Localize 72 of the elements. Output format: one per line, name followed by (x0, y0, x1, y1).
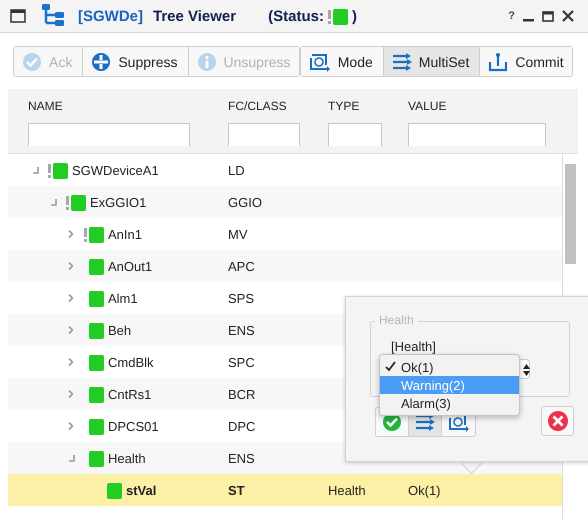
cancel-button[interactable] (541, 406, 574, 436)
filter-field[interactable] (328, 123, 382, 146)
toolbar-button[interactable]: Commit (480, 47, 572, 76)
node-name: Beh (108, 322, 132, 338)
window-title-tag: [SGWDe] (78, 8, 143, 24)
cancel-icon (546, 410, 568, 432)
fc-class-cell-text: SPC (228, 354, 256, 370)
window-title: Tree Viewer (153, 8, 236, 24)
node-name: Alm1 (108, 290, 138, 306)
fc-class-cell-text: DPC (228, 418, 256, 434)
dropdown-option[interactable]: Alarm(3) (380, 394, 519, 412)
tree-row[interactable]: stVal ST Health Ok(1) (8, 474, 562, 506)
stepper-icon[interactable] (523, 364, 530, 376)
filter-field[interactable] (28, 123, 190, 146)
fc-class-cell-text: APC (228, 258, 256, 274)
commit-icon (488, 52, 508, 72)
node-name: ExGGIO1 (90, 194, 146, 210)
node-name: DPCS01 (108, 418, 159, 434)
group-label: Health (375, 313, 418, 327)
expand-icon[interactable] (68, 390, 74, 398)
check-icon (22, 52, 42, 72)
info-icon (196, 52, 216, 72)
expand-icon[interactable] (68, 230, 74, 238)
maximize-icon[interactable] (542, 10, 554, 22)
fc-class-cell-text: ENS (228, 450, 256, 466)
status-label: (Status: (268, 8, 324, 24)
collapse-icon[interactable] (50, 198, 56, 206)
fc-class-cell-text: BCR (228, 386, 256, 402)
column-header[interactable]: FC/CLASS (228, 99, 328, 115)
collapse-icon[interactable] (32, 166, 38, 174)
toolbar-button[interactable]: Mode (300, 47, 384, 76)
mode-icon (308, 52, 331, 72)
tree-row[interactable]: AnOut1 APC (8, 250, 562, 282)
tree-icon (40, 3, 66, 29)
filter-field[interactable] (408, 123, 546, 146)
scrollbar-thumb[interactable] (565, 164, 576, 264)
column-header[interactable]: NAME (28, 99, 228, 115)
fc-class-cell-text: LD (228, 162, 246, 178)
collapse-icon[interactable] (68, 454, 74, 462)
expand-icon[interactable] (68, 422, 74, 430)
column-header[interactable]: VALUE (408, 99, 578, 115)
node-name: CntRs1 (108, 386, 152, 402)
window-icon (10, 9, 26, 23)
value-cell-text: Ok(1) (408, 482, 442, 498)
fc-class-cell-text: ENS (228, 322, 256, 338)
type-cell-text: Health (328, 482, 367, 498)
toolbar-button[interactable]: Suppress (83, 47, 188, 76)
expand-icon[interactable] (68, 326, 74, 334)
fc-class-cell-text: MV (228, 226, 248, 242)
multiset-icon (392, 52, 412, 70)
expand-icon[interactable] (68, 294, 74, 302)
column-header[interactable]: TYPE (328, 99, 408, 115)
fc-class-cell-text: SPS (228, 290, 256, 306)
dropdown-option[interactable]: Ok(1) (380, 358, 519, 376)
help-button[interactable]: ? (508, 10, 515, 22)
expand-icon[interactable] (68, 358, 74, 366)
node-name: Health (108, 450, 146, 466)
node-name: stVal (126, 482, 156, 498)
multiset-icon (415, 413, 435, 431)
tree-row[interactable]: ExGGIO1 GGIO (8, 186, 562, 218)
toolbar-button[interactable]: MultiSet (384, 47, 480, 76)
suppress-icon (91, 52, 112, 72)
close-icon[interactable] (562, 10, 574, 22)
node-name: AnIn1 (108, 226, 142, 242)
fc-class-cell-text: GGIO (228, 194, 263, 210)
node-name: SGWDeviceA1 (72, 162, 159, 178)
node-name: AnOut1 (108, 258, 152, 274)
status-label: ) (352, 8, 357, 24)
filter-field[interactable] (228, 123, 300, 146)
node-name: CmdBlk (108, 354, 154, 370)
fc-class-cell-text: ST (228, 482, 246, 498)
expand-icon[interactable] (68, 262, 74, 270)
